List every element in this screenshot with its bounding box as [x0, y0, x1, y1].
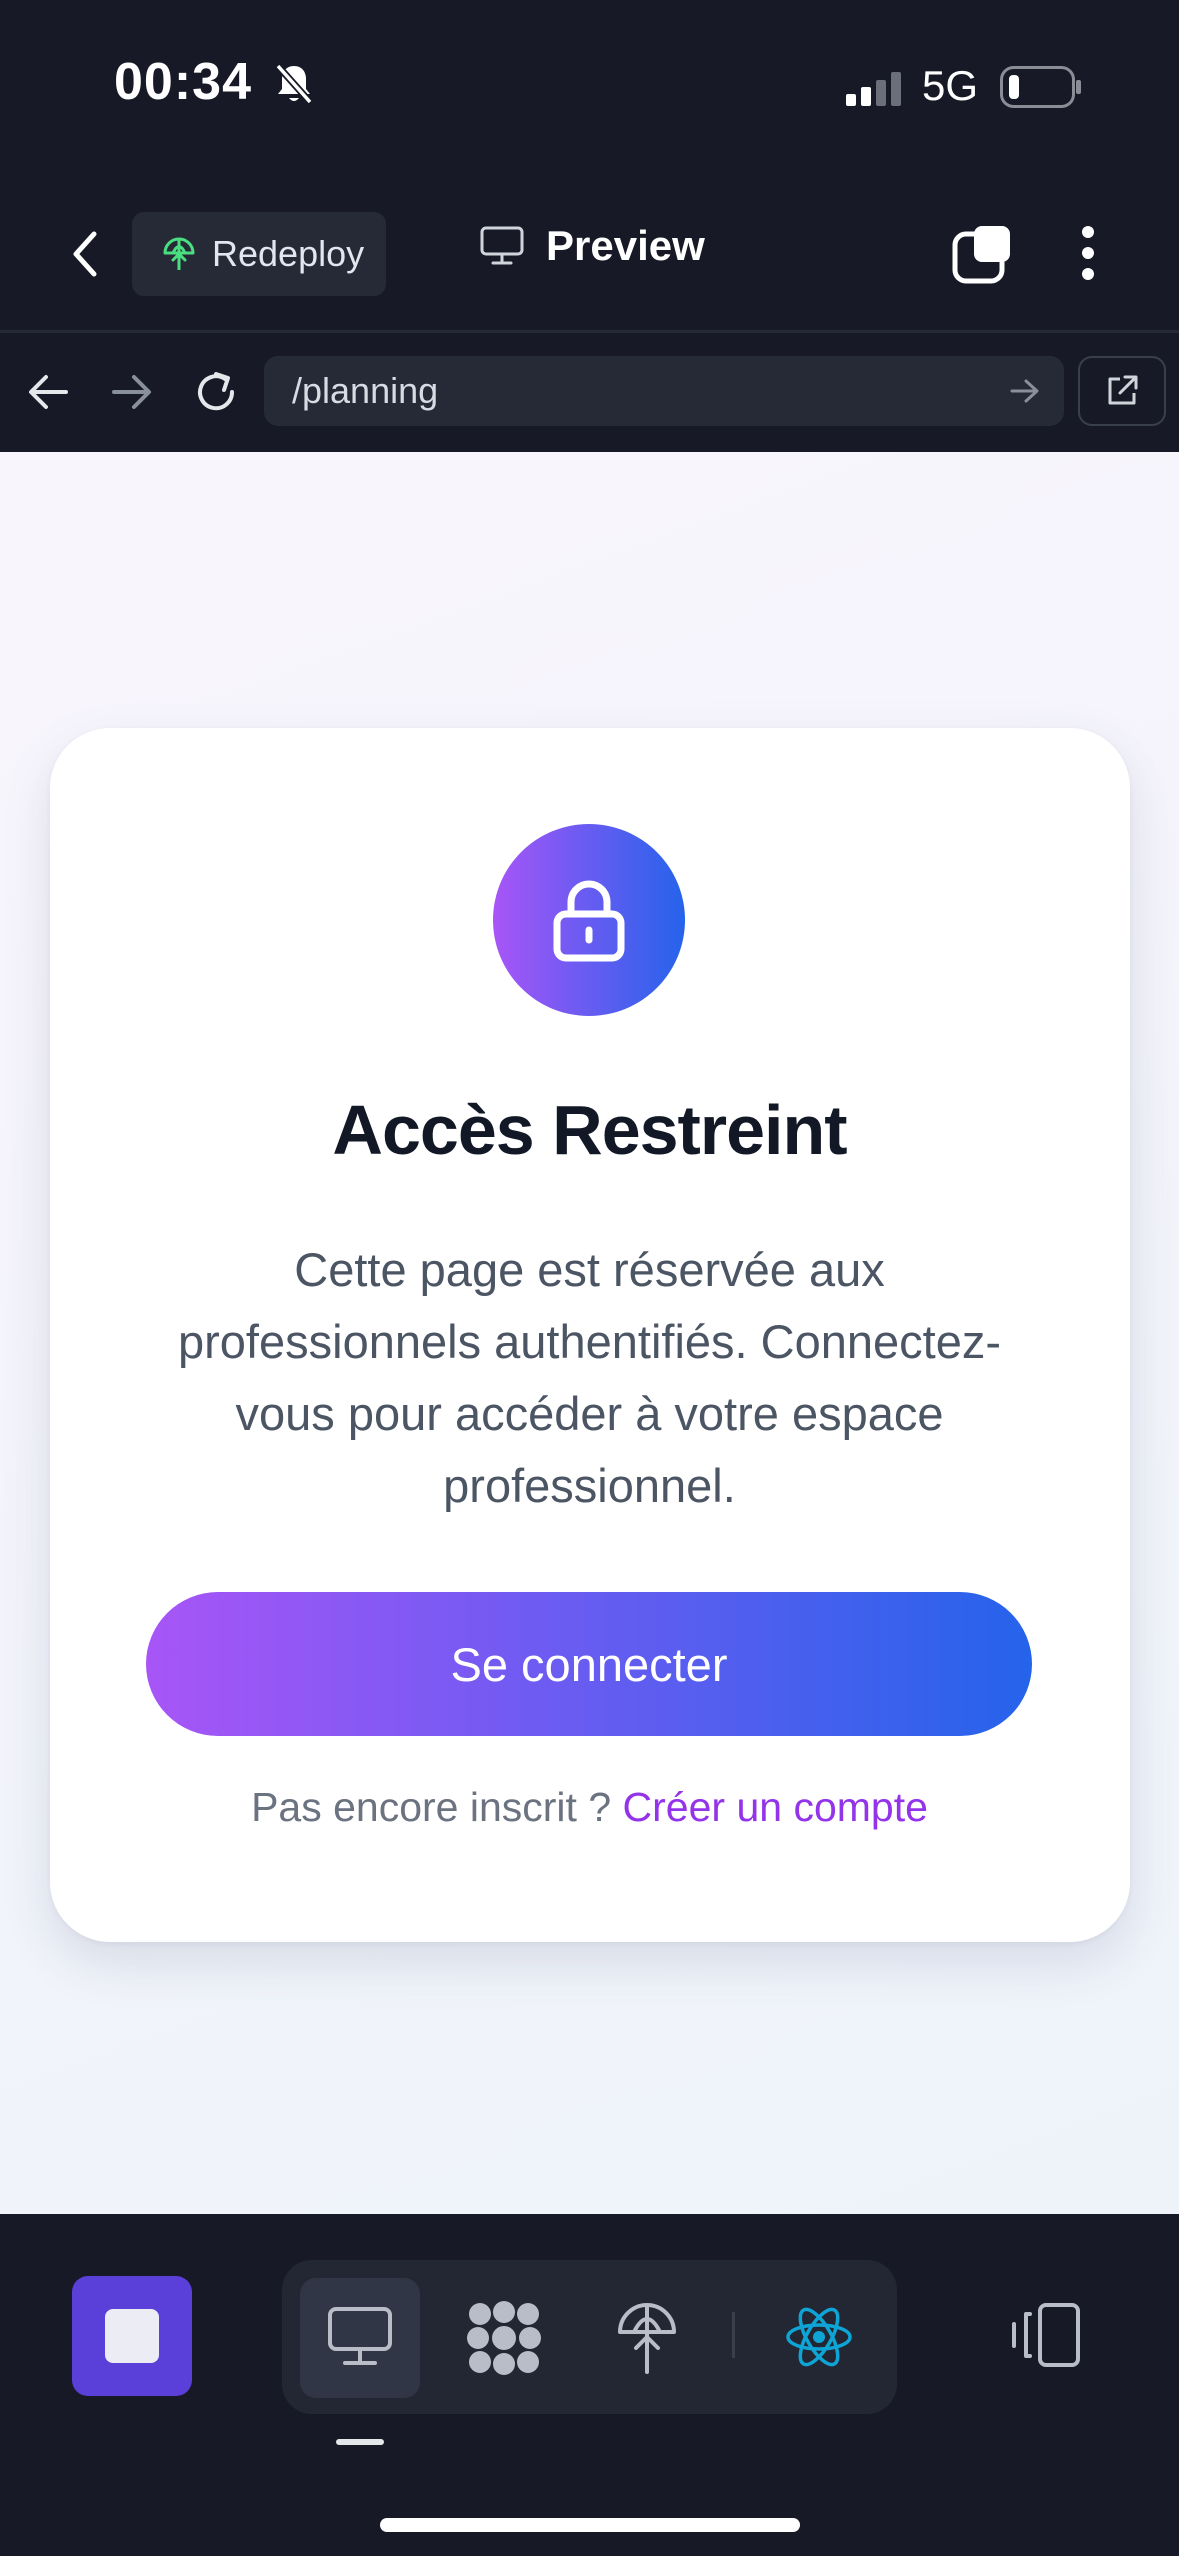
bell-slash-icon [274, 62, 314, 106]
nav-forward-icon[interactable] [110, 372, 154, 412]
redeploy-icon [162, 236, 196, 272]
more-vertical-icon[interactable] [1076, 224, 1100, 282]
active-tab-indicator [336, 2439, 384, 2445]
battery-low-icon [1000, 66, 1082, 108]
reload-icon[interactable] [192, 368, 240, 416]
back-button[interactable] [66, 228, 106, 280]
toolbar-separator [732, 2312, 735, 2358]
devices-icon[interactable] [1010, 2302, 1082, 2368]
cellular-signal-icon [846, 72, 906, 106]
header-divider [0, 330, 1179, 333]
create-account-link[interactable]: Créer un compte [623, 1784, 928, 1830]
monitor-icon [480, 226, 524, 266]
page-title: Accès Restreint [332, 1091, 847, 1169]
open-external-button[interactable] [1078, 356, 1166, 426]
external-link-icon [1104, 373, 1140, 409]
url-input[interactable]: /planning [264, 356, 1064, 426]
nav-back-icon[interactable] [26, 372, 70, 412]
redeploy-label: Redeploy [212, 233, 365, 274]
go-icon[interactable] [1010, 378, 1040, 404]
network-type: 5G [922, 62, 979, 109]
deploy-icon[interactable] [616, 2296, 678, 2376]
react-icon[interactable] [784, 2304, 854, 2370]
signup-prompt: Pas encore inscrit ? [251, 1784, 612, 1830]
signup-prompt-line: Pas encore inscrit ? Créer un compte [0, 1784, 1179, 1831]
preview-tab[interactable]: Preview [480, 222, 705, 270]
lock-icon [551, 878, 627, 962]
preview-label: Preview [546, 222, 705, 269]
status-time: 00:34 [114, 53, 252, 111]
home-indicator[interactable] [380, 2518, 800, 2532]
tabs-icon[interactable] [952, 224, 1012, 284]
page-description: Cette page est réservée aux professionne… [178, 1243, 1001, 1512]
url-text: /planning [292, 370, 439, 411]
grid-icon[interactable] [466, 2300, 542, 2376]
redeploy-button[interactable]: Redeploy [132, 212, 386, 296]
login-button[interactable]: Se connecter [146, 1592, 1032, 1736]
lock-badge [493, 824, 685, 1016]
desktop-icon [327, 2306, 393, 2368]
stop-icon [105, 2309, 159, 2363]
stop-button[interactable] [72, 2276, 192, 2396]
login-button-label: Se connecter [450, 1637, 728, 1691]
